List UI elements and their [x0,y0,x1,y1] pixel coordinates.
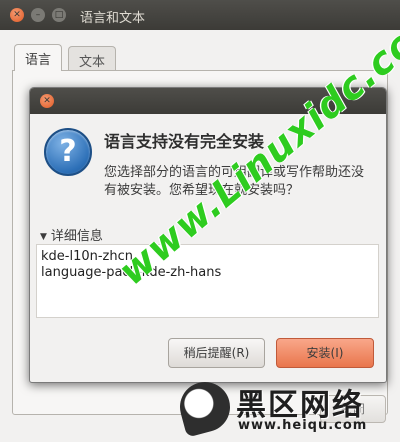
question-icon: ? [44,128,92,176]
tab-language[interactable]: 语言 [14,44,63,71]
details-label: 详细信息 [50,229,103,244]
parent-titlebar: ✕ – □ 语言和文本 [0,0,400,30]
watermark-logo: 黑区网络 www.heiqu.com [174,376,392,438]
window-title: 语言和文本 [80,11,146,26]
tab-text[interactable]: 文本 [68,46,117,72]
triangle-down-icon: ▼ [40,232,47,242]
details-text-box[interactable]: kde-l10n-zhcn language-pack-kde-zh-hans [36,244,379,318]
watermark-url: www.heiqu.com [238,418,368,433]
remind-later-button[interactable]: 稍后提醒(R) [168,338,265,368]
close-icon[interactable]: ✕ [10,8,24,22]
package-item: kde-l10n-zhcn [41,249,134,264]
details-expander[interactable]: ▼ 详细信息 [40,225,103,244]
package-item: language-pack-kde-zh-hans [41,265,222,280]
dialog-heading: 语言支持没有完全安装 [104,132,265,151]
close-icon[interactable]: ✕ [40,94,54,108]
leaf-logo-icon [174,376,236,438]
install-button[interactable]: 安装(I) [276,338,374,368]
minimize-icon[interactable]: – [31,8,45,22]
maximize-icon[interactable]: □ [52,8,66,22]
